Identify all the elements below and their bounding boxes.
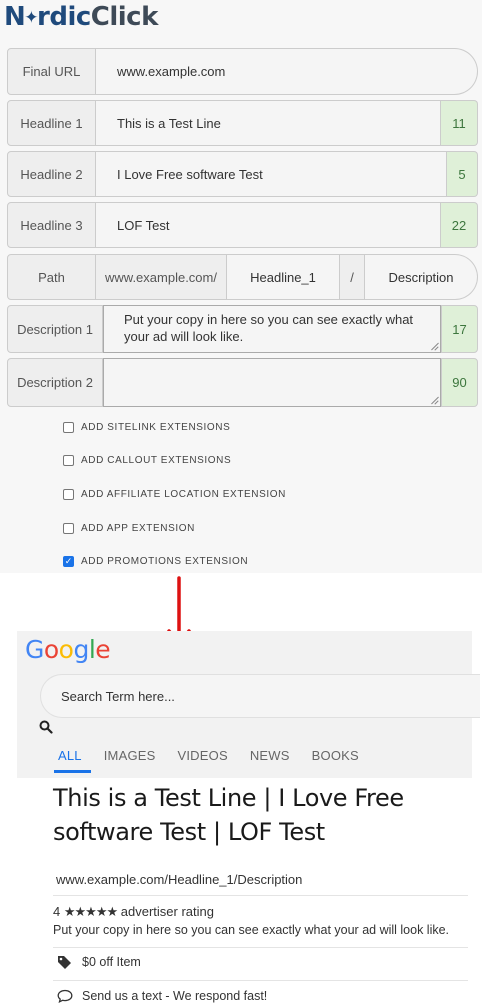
headline-2-input[interactable]: I Love Free software Test: [96, 151, 447, 197]
divider: [53, 947, 468, 948]
tab-all[interactable]: ALL: [58, 748, 82, 763]
final-url-label: Final URL: [7, 48, 96, 95]
headline-2-char-count: 5: [447, 151, 478, 197]
callout-extension-checkbox[interactable]: [63, 454, 74, 466]
callout-extension-label: ADD CALLOUT EXTENSIONS: [81, 454, 232, 466]
final-url-input[interactable]: www.example.com: [96, 48, 478, 95]
chat-bubble-icon: [57, 989, 73, 1003]
description-2-char-count: 90: [441, 358, 478, 407]
path-label: Path: [7, 254, 96, 300]
final-url-row: Final URL www.example.com: [7, 48, 478, 95]
headline-1-input[interactable]: This is a Test Line: [96, 100, 441, 146]
headline-1-row: Headline 1 This is a Test Line 11: [7, 100, 478, 146]
headline-3-char-count: 22: [441, 202, 478, 248]
path-row: Path www.example.com/ Headline_1 / Descr…: [7, 254, 478, 300]
ad-display-url: www.example.com/Headline_1/Description: [56, 872, 303, 887]
search-tabs: ALL IMAGES VIDEOS NEWS BOOKS: [58, 748, 381, 763]
description-2-textarea[interactable]: [103, 358, 441, 407]
search-icon[interactable]: [39, 720, 53, 734]
headline-1-label: Headline 1: [7, 100, 96, 146]
tab-books[interactable]: BOOKS: [312, 748, 359, 763]
rating-stars: ★★★★★: [63, 904, 118, 919]
nordicclick-logo: N✦rdicClick: [4, 2, 158, 32]
promotion-text: $0 off Item: [82, 955, 141, 969]
star-icon: ✦: [24, 8, 39, 28]
message-extension[interactable]: Send us a text - We respond fast!: [57, 989, 267, 1003]
resize-handle-icon[interactable]: [430, 342, 438, 350]
path-1-input[interactable]: Headline_1: [227, 254, 340, 300]
affiliate-location-extension-option[interactable]: ADD AFFILIATE LOCATION EXTENSION: [63, 486, 286, 502]
tab-images[interactable]: IMAGES: [104, 748, 156, 763]
promotions-extension-label: ADD PROMOTIONS EXTENSION: [81, 555, 249, 567]
callout-extension-option[interactable]: ADD CALLOUT EXTENSIONS: [63, 452, 231, 468]
logo-text-rdic: rdic: [37, 2, 91, 32]
ad-description: Put your copy in here so you can see exa…: [53, 923, 450, 937]
path-separator: /: [340, 254, 365, 300]
ad-form-panel: N✦rdicClick Final URL www.example.com He…: [0, 0, 482, 573]
promotion-extension[interactable]: $0 off Item: [57, 955, 141, 969]
ad-headline-link[interactable]: This is a Test Line | I Love Free softwa…: [53, 781, 453, 849]
headline-2-label: Headline 2: [7, 151, 96, 197]
active-tab-indicator: [54, 770, 91, 773]
rating-number: 4: [53, 904, 61, 919]
description-1-label: Description 1: [7, 305, 103, 353]
sitelink-extension-option[interactable]: ADD SITELINK EXTENSIONS: [63, 419, 230, 435]
app-extension-option[interactable]: ADD APP EXTENSION: [63, 520, 195, 536]
description-1-char-count: 17: [441, 305, 478, 353]
resize-handle-icon[interactable]: [430, 396, 438, 404]
headline-2-row: Headline 2 I Love Free software Test 5: [7, 151, 478, 197]
google-search-header: Google Search Term here... ALL IMAGES VI…: [17, 631, 480, 778]
divider: [53, 895, 468, 896]
sitelink-extension-label: ADD SITELINK EXTENSIONS: [81, 421, 231, 433]
promotions-extension-checkbox[interactable]: ✓: [63, 555, 74, 567]
description-1-row: Description 1 Put your copy in here so y…: [7, 305, 478, 353]
path-2-input[interactable]: Description: [365, 254, 478, 300]
headline-1-char-count: 11: [441, 100, 478, 146]
description-2-label: Description 2: [7, 358, 103, 407]
divider: [53, 980, 468, 981]
message-text: Send us a text - We respond fast!: [82, 989, 268, 1003]
google-search-input[interactable]: Search Term here...: [40, 674, 480, 718]
tag-icon: [58, 956, 71, 969]
rating-text: advertiser rating: [120, 904, 214, 919]
sitelink-extension-checkbox[interactable]: [63, 421, 74, 433]
ad-preview: This is a Test Line | I Love Free softwa…: [25, 778, 472, 1005]
path-domain: www.example.com/: [96, 254, 227, 300]
description-2-row: Description 2 90: [7, 358, 478, 407]
tab-videos[interactable]: VIDEOS: [178, 748, 228, 763]
headline-3-label: Headline 3: [7, 202, 96, 248]
app-extension-checkbox[interactable]: [63, 522, 74, 534]
tab-news[interactable]: NEWS: [250, 748, 290, 763]
logo-text-click: Click: [90, 2, 159, 32]
ad-rating: 4 ★★★★★ advertiser rating: [53, 904, 214, 920]
description-1-textarea[interactable]: Put your copy in here so you can see exa…: [103, 305, 441, 353]
headline-3-row: Headline 3 LOF Test 22: [7, 202, 478, 248]
headline-3-input[interactable]: LOF Test: [96, 202, 441, 248]
affiliate-location-extension-checkbox[interactable]: [63, 488, 74, 500]
app-extension-label: ADD APP EXTENSION: [81, 522, 195, 534]
description-1-text: Put your copy in here so you can see exa…: [124, 312, 414, 344]
google-logo: Google: [25, 635, 111, 664]
affiliate-location-extension-label: ADD AFFILIATE LOCATION EXTENSION: [81, 488, 286, 500]
promotions-extension-option[interactable]: ✓ ADD PROMOTIONS EXTENSION: [63, 553, 248, 569]
logo-text-n: N: [4, 2, 26, 32]
